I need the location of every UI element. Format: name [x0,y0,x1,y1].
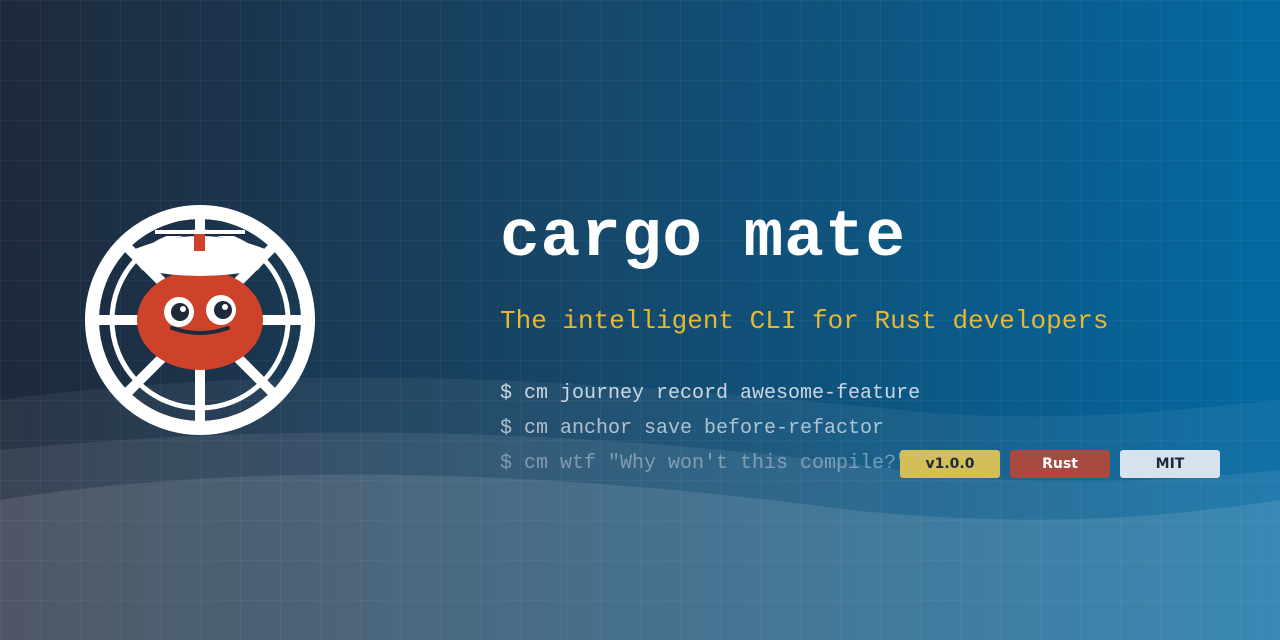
crab-body [137,270,263,370]
cargo-mate-logo [85,205,315,435]
tagline: The intelligent CLI for Rust developers [500,306,1109,336]
command-example: $ cm journey record awesome-feature [500,382,921,405]
license-badge: MIT [1120,450,1220,478]
app-title: cargo mate [500,200,907,275]
command-example: $ cm wtf "Why won't this compile?" [500,452,909,475]
language-badge: Rust [1010,450,1110,478]
command-example: $ cm anchor save before-refactor [500,417,885,440]
version-badge: v1.0.0 [900,450,1000,478]
